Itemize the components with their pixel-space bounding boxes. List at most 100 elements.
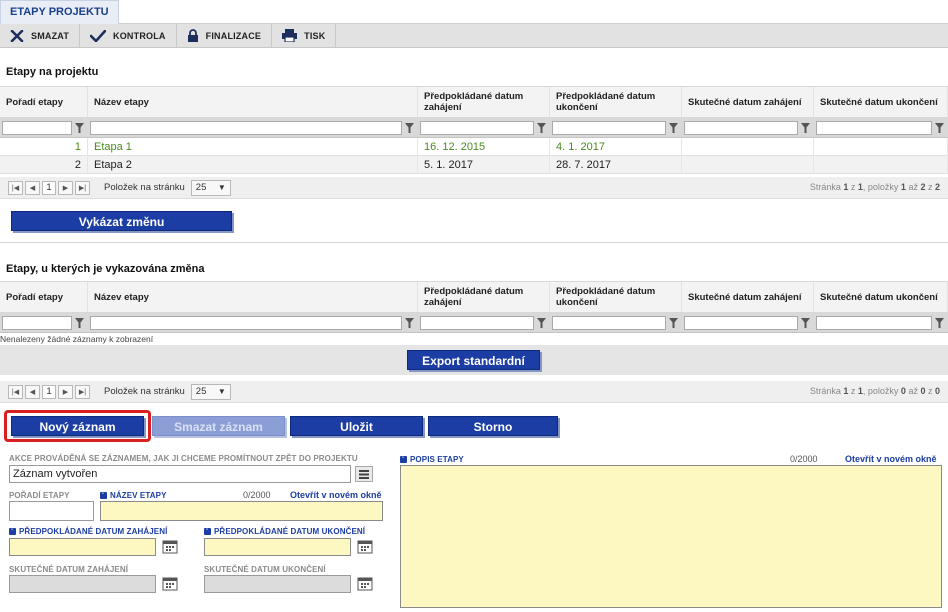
- filter-icon[interactable]: [668, 317, 678, 328]
- col-real-end[interactable]: Skutečné datum ukončení: [814, 282, 948, 312]
- planned-start-label: PŘEDPOKLÁDANÉ DATUM ZAHÁJENÍ: [9, 526, 167, 536]
- per-page-select[interactable]: 25 ▼: [190, 179, 231, 196]
- filter-icon[interactable]: [74, 317, 84, 328]
- tab-bar: ETAPY PROJEKTU: [0, 0, 948, 24]
- lock-icon: [187, 29, 198, 42]
- delete-button[interactable]: SMAZAT: [0, 23, 81, 48]
- required-icon: [9, 526, 16, 535]
- first-page-button[interactable]: |◀: [8, 384, 23, 399]
- export-button[interactable]: Export standardní: [407, 350, 540, 370]
- next-page-button[interactable]: ▶: [58, 180, 73, 195]
- col-name[interactable]: Název etapy: [88, 87, 418, 117]
- filter-icon[interactable]: [536, 317, 546, 328]
- name-open-new-window-link[interactable]: Otevřít v novém okně: [290, 490, 382, 500]
- col-planned-end[interactable]: Předpokládané datum ukončení: [550, 87, 682, 117]
- col-planned-start[interactable]: Předpokládané datum zahájení: [418, 282, 550, 312]
- filter-planned-end-input[interactable]: [552, 315, 666, 330]
- col-real-end[interactable]: Skutečné datum ukončení: [814, 87, 948, 117]
- calendar-icon[interactable]: [162, 540, 178, 554]
- filter-icon[interactable]: [404, 122, 414, 133]
- section-divider: [0, 242, 948, 243]
- grid1-title: Etapy na projektu: [6, 66, 99, 78]
- filter-name-input[interactable]: [90, 315, 402, 330]
- filter-icon[interactable]: [800, 317, 810, 328]
- required-icon: [100, 490, 107, 499]
- filter-real-start-input[interactable]: [684, 315, 798, 330]
- grid2-pager: |◀ ◀ 1 ▶ ▶| Položek na stránku 25 ▼ Strán…: [0, 381, 948, 403]
- report-change-button[interactable]: Vykázat změnu: [11, 211, 232, 231]
- col-planned-start[interactable]: Předpokládané datum zahájení: [418, 87, 550, 117]
- next-page-button[interactable]: ▶: [58, 384, 73, 399]
- name-field[interactable]: [100, 501, 383, 521]
- order-field[interactable]: [9, 501, 94, 521]
- col-planned-end[interactable]: Předpokládané datum ukončení: [550, 282, 682, 312]
- col-name[interactable]: Název etapy: [88, 282, 418, 312]
- calendar-icon[interactable]: [162, 577, 178, 591]
- list-picker-button[interactable]: [355, 466, 373, 482]
- check-button[interactable]: KONTROLA: [80, 23, 177, 48]
- chevron-down-icon: ▼: [217, 386, 226, 396]
- tab-etapy-projektu[interactable]: ETAPY PROJEKTU: [0, 0, 119, 24]
- filter-order-input[interactable]: [2, 120, 72, 135]
- last-page-button[interactable]: ▶|: [75, 180, 90, 195]
- page-number-input[interactable]: 1: [42, 384, 56, 399]
- description-field[interactable]: [400, 465, 942, 608]
- action-field[interactable]: Záznam vytvořen: [9, 465, 351, 483]
- filter-name-input[interactable]: [90, 120, 402, 135]
- planned-start-field[interactable]: [9, 538, 156, 556]
- table-row[interactable]: 2 Etapa 2 5. 1. 2017 28. 7. 2017: [0, 155, 948, 174]
- col-real-start[interactable]: Skutečné datum zahájení: [682, 87, 814, 117]
- calendar-icon[interactable]: [357, 540, 373, 554]
- required-icon: [400, 454, 407, 463]
- planned-end-label: PŘEDPOKLÁDANÉ DATUM UKONČENÍ: [204, 526, 365, 536]
- filter-icon[interactable]: [536, 122, 546, 133]
- cell-planned-start: 5. 1. 2017: [418, 155, 550, 174]
- cancel-button[interactable]: Storno: [428, 416, 558, 436]
- finalize-button[interactable]: FINALIZACE: [177, 23, 273, 48]
- filter-icon[interactable]: [74, 122, 84, 133]
- chevron-down-icon: ▼: [217, 182, 226, 192]
- filter-order-input[interactable]: [2, 315, 72, 330]
- filter-planned-start-input[interactable]: [420, 120, 534, 135]
- description-open-new-window-link[interactable]: Otevřít v novém okně: [845, 454, 937, 464]
- planned-end-field[interactable]: [204, 538, 351, 556]
- filter-real-end-input[interactable]: [816, 315, 932, 330]
- last-page-button[interactable]: ▶|: [75, 384, 90, 399]
- col-order[interactable]: Pořadí etapy: [0, 282, 88, 312]
- col-real-start[interactable]: Skutečné datum zahájení: [682, 282, 814, 312]
- new-record-button[interactable]: Nový záznam: [11, 416, 144, 436]
- list-icon: [359, 469, 369, 479]
- filter-icon[interactable]: [934, 122, 944, 133]
- per-page-select[interactable]: 25 ▼: [190, 383, 231, 400]
- description-label: POPIS ETAPY: [400, 454, 464, 464]
- filter-real-start-input[interactable]: [684, 120, 798, 135]
- first-page-button[interactable]: |◀: [8, 180, 23, 195]
- prev-page-button[interactable]: ◀: [25, 384, 40, 399]
- save-button[interactable]: Uložit: [290, 416, 423, 436]
- filter-planned-end-input[interactable]: [552, 120, 666, 135]
- cell-real-start: [682, 137, 814, 156]
- filter-icon[interactable]: [934, 317, 944, 328]
- prev-page-button[interactable]: ◀: [25, 180, 40, 195]
- filter-icon[interactable]: [404, 317, 414, 328]
- cell-real-end: [814, 155, 948, 174]
- filter-real-end-input[interactable]: [816, 120, 932, 135]
- cell-name: Etapa 2: [88, 155, 418, 174]
- table-row[interactable]: 1 Etapa 1 16. 12. 2015 4. 1. 2017: [0, 137, 948, 156]
- empty-message: Nenalezeny žádné záznamy k zobrazení: [0, 334, 154, 344]
- filter-icon[interactable]: [800, 122, 810, 133]
- grid2-title: Etapy, u kterých je vykazována změna: [6, 263, 205, 275]
- order-label: POŘADÍ ETAPY: [9, 491, 70, 500]
- calendar-icon[interactable]: [357, 577, 373, 591]
- filter-icon[interactable]: [668, 122, 678, 133]
- print-button[interactable]: TISK: [272, 23, 337, 48]
- per-page-value: 25: [195, 385, 207, 397]
- grid1-filter-row: [0, 118, 948, 138]
- real-end-field: [204, 575, 351, 593]
- description-counter: 0/2000: [790, 454, 818, 464]
- col-order[interactable]: Pořadí etapy: [0, 87, 88, 117]
- checkmark-icon: [90, 29, 107, 42]
- filter-planned-start-input[interactable]: [420, 315, 534, 330]
- page-number-input[interactable]: 1: [42, 180, 56, 195]
- delete-record-button[interactable]: Smazat záznam: [152, 416, 285, 436]
